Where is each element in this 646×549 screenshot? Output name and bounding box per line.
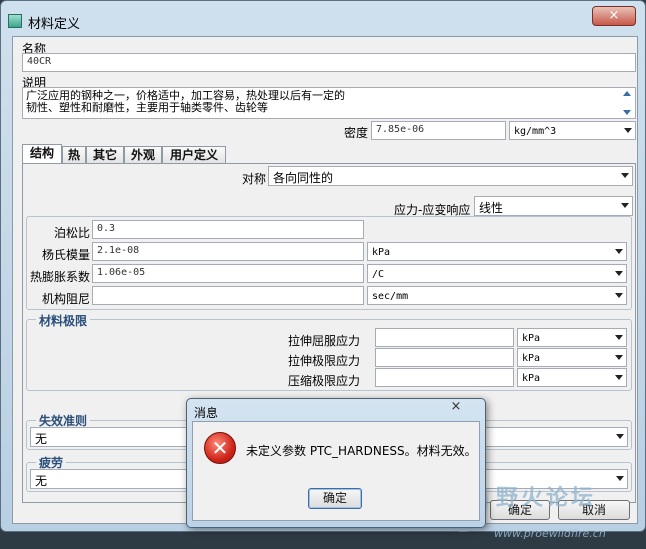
scroll-up-icon[interactable] — [623, 91, 631, 96]
damping-input[interactable] — [92, 286, 364, 305]
limit-label-tensile-yield: 拉伸屈服应力 — [288, 334, 361, 348]
tab-thermal[interactable]: 热 — [62, 146, 86, 164]
fatigue-value: 无 — [35, 474, 48, 488]
thermal-unit-value: /C — [372, 269, 385, 280]
chevron-down-icon — [615, 248, 623, 254]
stress-strain-select[interactable]: 线性 — [474, 196, 633, 216]
chevron-down-icon — [615, 334, 623, 340]
chevron-down-icon — [616, 434, 624, 439]
thermal-input[interactable]: 1.06e-05 — [92, 264, 364, 283]
tab-structure[interactable]: 结构 — [22, 144, 62, 164]
poisson-label: 泊松比 — [54, 226, 91, 240]
error-icon: ✕ — [204, 432, 236, 464]
stress-strain-value: 线性 — [479, 201, 504, 215]
symmetry-label: 对称 — [242, 172, 267, 186]
description-textarea[interactable]: 广泛应用的钢种之一，价格适中，加工容易，热处理以后有一定的 韧性、塑性和耐磨性，… — [22, 87, 636, 119]
limit-unit-tensile-ultimate[interactable]: kPa — [517, 348, 627, 367]
message-dialog-close-button[interactable]: × — [448, 400, 464, 414]
tab-other[interactable]: 其它 — [86, 146, 124, 164]
thermal-unit-select[interactable]: /C — [367, 264, 627, 283]
tab-user-defined[interactable]: 用户定义 — [162, 146, 226, 164]
window-app-icon — [8, 14, 22, 28]
message-dialog-title: 消息 — [194, 406, 219, 420]
chevron-down-icon — [624, 127, 632, 133]
damping-unit-select[interactable]: sec/mm — [367, 286, 627, 305]
damping-label: 机构阻尼 — [42, 292, 91, 306]
limit-unit-value: kPa — [522, 373, 541, 384]
young-label: 杨氏模量 — [42, 248, 91, 262]
limit-unit-tensile-yield[interactable]: kPa — [517, 328, 627, 347]
window-close-button[interactable]: × — [592, 6, 636, 26]
limit-input-compressive-ultimate[interactable] — [375, 368, 514, 387]
limit-label-compressive-ultimate: 压缩极限应力 — [288, 374, 361, 388]
symmetry-select[interactable]: 各向同性的 — [268, 166, 633, 186]
failure-criterion-value: 无 — [35, 432, 48, 446]
limit-label-tensile-ultimate: 拉伸极限应力 — [288, 354, 361, 368]
limit-input-tensile-ultimate[interactable] — [375, 348, 514, 367]
young-input[interactable]: 2.1e-08 — [92, 242, 364, 261]
message-dialog-text: 未定义参数 PTC_HARDNESS。材料无效。 — [246, 444, 477, 458]
chevron-down-icon — [615, 270, 623, 276]
material-limits-title: 材料极限 — [36, 312, 91, 329]
chevron-down-icon — [615, 292, 623, 298]
scroll-down-icon[interactable] — [623, 110, 631, 115]
limit-unit-value: kPa — [522, 353, 541, 364]
limit-unit-compressive-ultimate[interactable]: kPa — [517, 368, 627, 387]
density-input[interactable]: 7.85e-06 — [371, 121, 506, 140]
young-unit-select[interactable]: kPa — [367, 242, 627, 261]
young-unit-value: kPa — [372, 247, 391, 258]
watermark-url: www.proewildfire.cn — [494, 527, 606, 540]
limit-unit-value: kPa — [522, 333, 541, 344]
poisson-input[interactable]: 0.3 — [92, 220, 364, 239]
window-title: 材料定义 — [28, 17, 81, 32]
density-label: 密度 — [344, 126, 369, 140]
density-unit-value: kg/mm^3 — [514, 126, 557, 137]
name-input[interactable]: 40CR — [22, 53, 636, 72]
chevron-down-icon — [621, 203, 629, 208]
chevron-down-icon — [615, 354, 623, 360]
description-line-2: 韧性、塑性和耐磨性，主要用于轴类零件、齿轮等 — [26, 101, 268, 114]
tab-appearance[interactable]: 外观 — [124, 146, 162, 164]
damping-unit-value: sec/mm — [372, 291, 409, 302]
thermal-label: 热膨胀系数 — [30, 270, 91, 284]
message-ok-button[interactable]: 确定 — [308, 488, 362, 509]
symmetry-value: 各向同性的 — [273, 171, 334, 185]
chevron-down-icon — [615, 374, 623, 380]
watermark-text: 野火论坛 — [496, 486, 597, 511]
chevron-down-icon — [621, 173, 629, 178]
limit-input-tensile-yield[interactable] — [375, 328, 514, 347]
chevron-down-icon — [616, 476, 624, 481]
density-unit-select[interactable]: kg/mm^3 — [509, 121, 636, 140]
